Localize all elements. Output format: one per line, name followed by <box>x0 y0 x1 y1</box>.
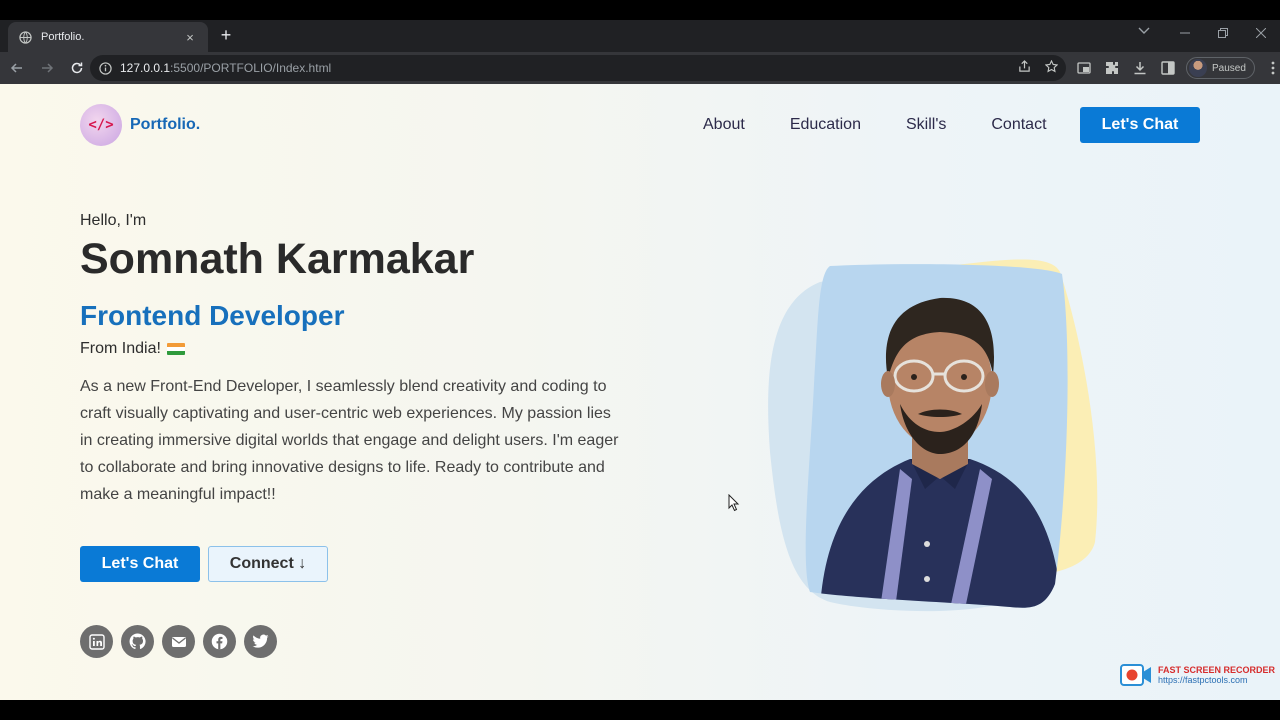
avatar <box>1189 59 1207 77</box>
nav-item-about[interactable]: About <box>703 116 745 134</box>
window-controls <box>1166 20 1280 48</box>
github-icon[interactable] <box>121 625 154 658</box>
nav-item-education[interactable]: Education <box>790 116 861 134</box>
linkedin-icon[interactable] <box>80 625 113 658</box>
bookmark-star-icon[interactable] <box>1044 59 1059 76</box>
hero-name: Somnath Karmakar <box>80 235 475 283</box>
nav-item-skills[interactable]: Skill's <box>906 116 946 134</box>
menu-kebab-icon[interactable] <box>1263 58 1280 78</box>
greeting: Hello, I'm <box>80 212 147 229</box>
back-icon[interactable] <box>4 55 30 81</box>
india-flag-icon <box>166 343 185 355</box>
forward-icon[interactable] <box>34 55 60 81</box>
connect-button[interactable]: Connect ↓ <box>208 546 328 582</box>
facebook-icon[interactable] <box>203 625 236 658</box>
lets-chat-button[interactable]: Let's Chat <box>80 546 200 582</box>
browser-tab[interactable]: Portfolio. × <box>8 22 208 52</box>
hero-bio: As a new Front-End Developer, I seamless… <box>80 378 619 503</box>
letterbox-bottom <box>0 700 1280 720</box>
social-links <box>80 625 277 658</box>
info-icon[interactable] <box>98 61 112 75</box>
restore-icon[interactable] <box>1204 27 1242 41</box>
side-panel-icon[interactable] <box>1158 58 1178 78</box>
toolbar-actions: Paused <box>1074 52 1280 84</box>
tab-search-icon[interactable] <box>1138 26 1150 38</box>
tab-close-icon[interactable]: × <box>182 30 198 45</box>
share-icon[interactable] <box>1018 60 1031 76</box>
download-icon[interactable] <box>1130 58 1150 78</box>
tab-title: Portfolio. <box>41 31 85 43</box>
watermark-title: FAST SCREEN RECORDER <box>1158 665 1276 675</box>
watermark-url: https://fastpctools.com <box>1158 675 1248 685</box>
tab-strip: Portfolio. × + <box>0 20 1280 52</box>
letterbox-top <box>0 0 1280 20</box>
recorder-logo-icon <box>1120 664 1151 686</box>
browser-toolbar: 127.0.0.1:5500/PORTFOLIO/Index.html Paus… <box>0 52 1280 84</box>
code-icon: </> <box>80 104 122 146</box>
twitter-icon[interactable] <box>244 625 277 658</box>
media-icon[interactable] <box>1074 58 1094 78</box>
url-text: 127.0.0.1:5500/PORTFOLIO/Index.html <box>120 61 331 75</box>
main-nav: About Education Skill's Contact <box>703 116 1047 134</box>
hero-location: From India! <box>80 340 185 358</box>
recorder-watermark: FAST SCREEN RECORDER https://fastpctools… <box>1120 664 1275 686</box>
minimize-icon[interactable] <box>1166 27 1204 41</box>
mail-icon[interactable] <box>162 625 195 658</box>
profile-photo <box>805 264 1068 608</box>
nav-lets-chat-button[interactable]: Let's Chat <box>1080 107 1200 143</box>
location-text: From India! <box>80 340 161 357</box>
new-tab-button[interactable]: + <box>215 24 237 46</box>
reload-icon[interactable] <box>64 55 90 81</box>
address-bar[interactable]: 127.0.0.1:5500/PORTFOLIO/Index.html <box>90 55 1066 81</box>
page-viewport: </> Portfolio. About Education Skill's C… <box>0 84 1280 700</box>
url-path: :5500/PORTFOLIO/Index.html <box>170 61 332 75</box>
site-logo[interactable]: </> Portfolio. <box>80 104 200 146</box>
close-window-icon[interactable] <box>1242 27 1280 41</box>
watermark-text: FAST SCREEN RECORDER https://fastpctools… <box>1158 665 1275 685</box>
profile-status: Paused <box>1212 62 1246 74</box>
url-host: 127.0.0.1 <box>120 61 171 75</box>
profile-button[interactable]: Paused <box>1186 57 1255 79</box>
globe-icon <box>18 30 32 44</box>
logo-text: Portfolio. <box>130 116 201 133</box>
extensions-icon[interactable] <box>1102 58 1122 78</box>
mouse-cursor-icon <box>728 494 740 512</box>
hero-role: Frontend Developer <box>80 300 345 331</box>
nav-item-contact[interactable]: Contact <box>991 116 1046 134</box>
